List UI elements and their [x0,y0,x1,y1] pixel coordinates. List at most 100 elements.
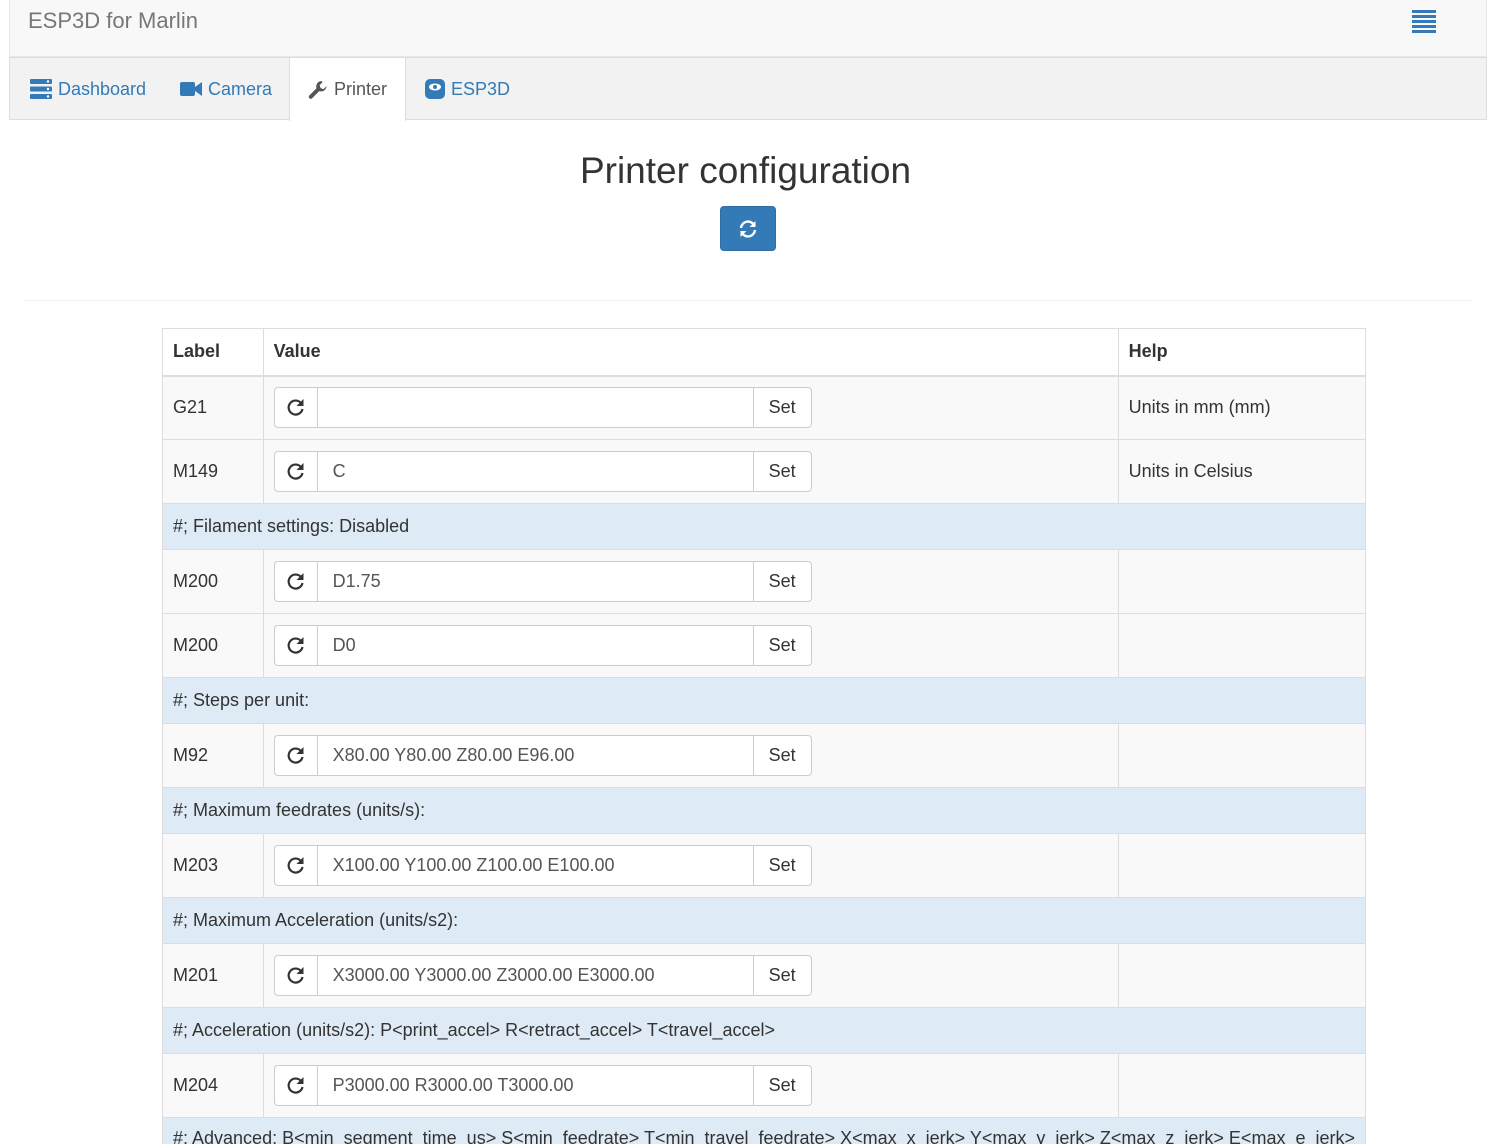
reload-value-button[interactable] [273,451,317,492]
setting-value-cell: Set [262,723,1119,788]
reload-icon [287,746,304,764]
reload-icon [287,856,304,874]
section-row: #; Filament settings: Disabled [162,503,1366,550]
setting-help [1117,1053,1367,1118]
tab-bar: Dashboard Camera Printer ESP3D [9,57,1487,121]
setting-label: M92 [162,723,264,788]
setting-value-cell: Set [262,1053,1119,1118]
reload-icon [287,966,304,984]
setting-value-cell: Set [262,613,1119,678]
tab-printer-label: Printer [334,79,388,99]
setting-row: M201 Set [162,943,1367,1008]
setting-value-cell: Set [262,439,1119,504]
tab-dashboard[interactable]: Dashboard [30,58,146,120]
section-text: #; Filament settings: Disabled [162,503,1366,550]
value-input-group: Set [273,387,812,429]
navbar: ESP3D for Marlin [9,0,1487,57]
setting-row: M200 Set [162,549,1367,614]
value-input-group: Set [273,625,812,666]
section-text: #; Maximum Acceleration (units/s2): [162,897,1366,944]
section-row: #; Acceleration (units/s2): P<print_acce… [162,1007,1366,1054]
setting-value-cell: Set [262,833,1119,898]
refresh-config-button[interactable] [720,206,776,251]
tab-camera[interactable]: Camera [180,58,272,120]
setting-row: M149 Set Units in Celsius [162,439,1367,504]
page-title: Printer configuration [579,150,912,191]
setting-value-input[interactable] [316,1065,754,1106]
refresh-icon [739,219,757,238]
config-table: Label Value Help G21 Set Units in mm (mm) M… [162,328,1367,1144]
section-text: #; Steps per unit: [162,677,1366,724]
tab-printer[interactable]: Printer [289,58,407,121]
tab-esp3d[interactable]: ESP3D [425,58,510,120]
tab-camera-label: Camera [208,78,273,99]
section-text: #; Advanced: B<min_segment_time_us> S<mi… [162,1117,1366,1144]
setting-help [1117,943,1367,1008]
set-button[interactable]: Set [753,451,812,492]
setting-label: M203 [162,833,264,898]
setting-value-cell: Set [262,375,1119,440]
setting-row: G21 Set Units in mm (mm) [162,375,1367,440]
section-row: #; Steps per unit: [162,677,1366,724]
value-input-group: Set [273,561,812,602]
setting-help: Units in mm (mm) [1117,375,1367,440]
wrench-icon [308,80,327,99]
setting-help [1117,613,1367,678]
setting-value-input[interactable] [316,735,754,776]
setting-value-input[interactable] [316,561,754,602]
section-text: #; Maximum feedrates (units/s): [162,787,1366,834]
tab-dashboard-label: Dashboard [58,78,147,99]
setting-row: M204 Set [162,1053,1367,1118]
setting-value-cell: Set [262,943,1119,1008]
setting-label: G21 [162,375,264,440]
reload-value-button[interactable] [273,625,317,666]
setting-row: M203 Set [162,833,1367,898]
reload-value-button[interactable] [273,561,317,602]
value-input-group: Set [273,1065,812,1106]
tab-esp3d-label: ESP3D [451,78,511,99]
setting-row: M200 Set [162,613,1367,678]
reload-value-button[interactable] [273,1065,317,1106]
section-row: #; Advanced: B<min_segment_time_us> S<mi… [162,1117,1366,1144]
hamburger-menu-icon[interactable] [1412,10,1436,33]
set-button[interactable]: Set [753,735,812,776]
reload-icon [287,1076,304,1094]
table-body: G21 Set Units in mm (mm) M149 Set Units in Ce… [162,375,1367,1144]
set-button[interactable]: Set [753,625,812,666]
esp3d-icon [425,79,445,99]
app-title[interactable]: ESP3D for Marlin [28,8,198,34]
set-button[interactable]: Set [753,955,812,996]
camera-icon [180,82,202,96]
reload-icon [287,462,304,480]
setting-help: Units in Celsius [1117,439,1367,504]
reload-value-button[interactable] [273,845,317,886]
setting-value-input[interactable] [316,955,754,996]
set-button[interactable]: Set [753,561,812,602]
reload-value-button[interactable] [273,735,317,776]
setting-value-input[interactable] [316,451,754,492]
setting-value-input[interactable] [316,625,754,666]
reload-value-button[interactable] [273,387,317,429]
value-input-group: Set [273,735,812,776]
reload-icon [287,572,304,590]
setting-help [1117,833,1367,898]
setting-help [1117,549,1367,614]
setting-value-input[interactable] [316,387,754,429]
set-button[interactable]: Set [753,845,812,886]
setting-label: M200 [162,613,264,678]
setting-row: M92 Set [162,723,1367,788]
value-input-group: Set [273,955,812,996]
section-text: #; Acceleration (units/s2): P<print_acce… [162,1007,1366,1054]
set-button[interactable]: Set [753,1065,812,1106]
reload-value-button[interactable] [273,955,317,996]
setting-value-input[interactable] [316,845,754,886]
header-value: Value [262,328,1119,377]
set-button[interactable]: Set [753,387,812,429]
table-header-row: Label Value Help [162,328,1367,377]
reload-icon [287,636,304,654]
setting-label: M204 [162,1053,264,1118]
header-label: Label [162,328,264,377]
dashboard-icon [30,79,52,99]
section-row: #; Maximum feedrates (units/s): [162,787,1366,834]
setting-label: M201 [162,943,264,1008]
